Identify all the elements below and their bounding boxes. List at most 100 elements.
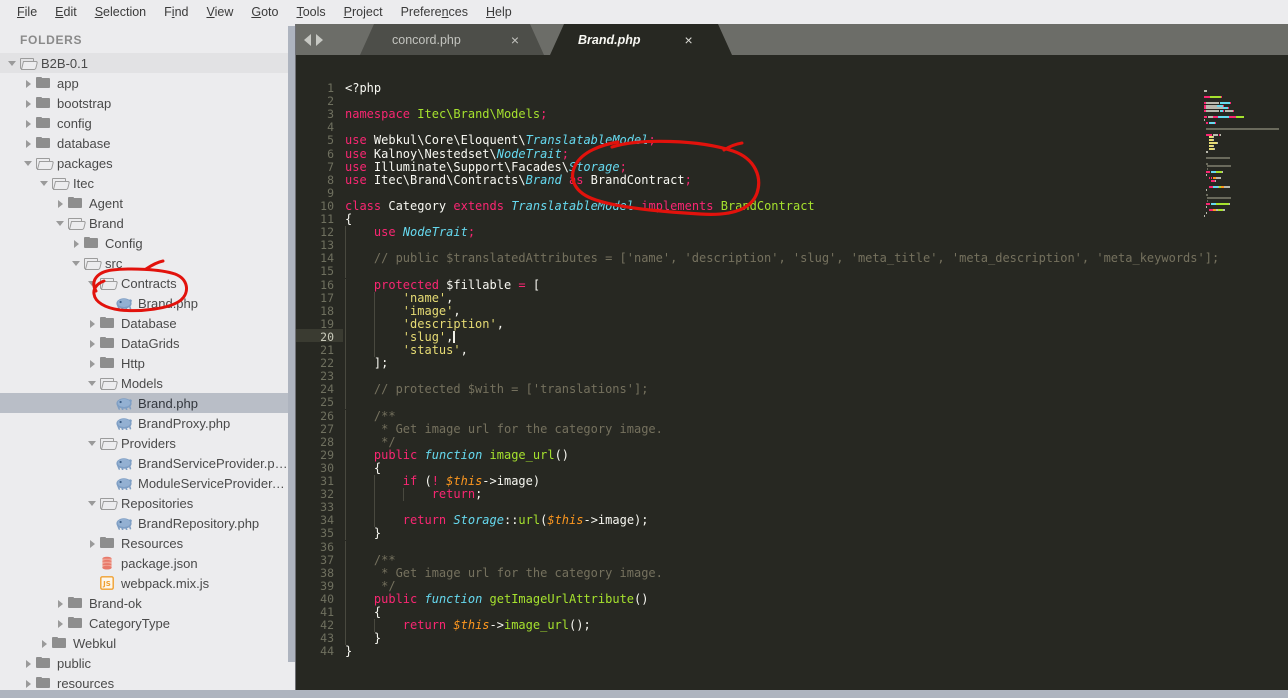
menu-item-view[interactable]: View [197, 0, 242, 24]
menu-item-preferences[interactable]: Preferences [392, 0, 477, 24]
tree-item-categorytype[interactable]: CategoryType [0, 613, 288, 633]
tree-item-brand[interactable]: Brand [0, 213, 288, 233]
chevron-right-icon[interactable] [56, 199, 65, 208]
tree-item-webpack-mix-js[interactable]: JS webpack.mix.js [0, 573, 288, 593]
line-number: 7 [327, 159, 334, 174]
tree-item-brand-ok[interactable]: Brand-ok [0, 593, 288, 613]
minimap-line-segment [1215, 179, 1217, 182]
tree-item-brandrepository-php[interactable]: BrandRepository.php [0, 513, 288, 533]
tree-item-models[interactable]: Models [0, 373, 288, 393]
chevron-right-icon[interactable] [24, 79, 33, 88]
sidebar-scrollbar-thumb[interactable] [288, 26, 295, 662]
tree-item-label: app [57, 75, 79, 91]
tree-item-b2b-0-1[interactable]: B2B-0.1 [0, 53, 288, 73]
chevron-down-icon[interactable] [8, 59, 17, 68]
tab-prev-icon[interactable] [304, 33, 311, 46]
tab-close-icon[interactable]: × [685, 33, 693, 47]
chevron-down-icon[interactable] [40, 179, 49, 188]
chevron-down-icon[interactable] [88, 499, 97, 508]
tab-next-icon[interactable] [316, 33, 323, 46]
chevron-right-icon[interactable] [24, 679, 33, 688]
chevron-right-icon[interactable] [24, 119, 33, 128]
chevron-right-icon[interactable] [88, 539, 97, 548]
menu-item-help[interactable]: Help [477, 0, 521, 24]
line-number: 23 [320, 369, 334, 384]
minimap-line-segment [1214, 121, 1216, 124]
chevron-right-icon[interactable] [72, 239, 81, 248]
tab-brand-php[interactable]: Brand.php × [536, 24, 732, 55]
chevron-right-icon[interactable] [40, 639, 49, 648]
tree-item-brand-php[interactable]: Brand.php [0, 293, 288, 313]
line-number: 5 [327, 133, 334, 148]
tree-item-repositories[interactable]: Repositories [0, 493, 288, 513]
tree-item-src[interactable]: src [0, 253, 288, 273]
minimap[interactable] [1200, 86, 1288, 690]
line-number: 2 [327, 94, 334, 109]
menu-item-goto[interactable]: Goto [242, 0, 287, 24]
code-line: 'slug', [402, 329, 454, 344]
tab-close-icon[interactable]: × [511, 33, 519, 47]
tree-item-bootstrap[interactable]: bootstrap [0, 93, 288, 113]
menu-item-edit[interactable]: Edit [46, 0, 86, 24]
tree-item-webkul[interactable]: Webkul [0, 633, 288, 653]
tree-item-label: Agent [89, 195, 123, 211]
minimap-line-segment [1206, 133, 1213, 136]
code-line: 'status', [402, 343, 468, 357]
tree-item-brand-php[interactable]: Brand.php [0, 393, 288, 413]
tree-item-brandserviceprovider-php[interactable]: BrandServiceProvider.php [0, 453, 288, 473]
line-number: 12 [320, 225, 334, 240]
file-tree[interactable]: B2B-0.1 app bootstrap config database package… [0, 53, 288, 690]
tab-nav-arrows[interactable] [304, 24, 323, 55]
code-area[interactable]: 1 2 3 4 5 6 7 8 9 10 11 12 13 14 15 16 17 18 19 20 21 22 23 24 2… [296, 55, 1288, 690]
tree-item-packages[interactable]: packages [0, 153, 288, 173]
tree-item-resources[interactable]: resources [0, 673, 288, 690]
menu-item-tools[interactable]: Tools [287, 0, 334, 24]
sidebar-file-tree[interactable]: FOLDERS B2B-0.1 app bootstrap config databas… [0, 24, 288, 690]
chevron-right-icon[interactable] [88, 319, 97, 328]
chevron-right-icon[interactable] [88, 359, 97, 368]
chevron-right-icon[interactable] [56, 599, 65, 608]
chevron-right-icon[interactable] [24, 139, 33, 148]
chevron-down-icon[interactable] [24, 159, 33, 168]
folder-closed-icon [36, 117, 51, 129]
minimap-line-segment [1216, 203, 1229, 206]
menu-item-project[interactable]: Project [335, 0, 392, 24]
tree-item-label: BrandServiceProvider.php [138, 455, 288, 471]
tree-item-config[interactable]: Config [0, 233, 288, 253]
tree-item-resources[interactable]: Resources [0, 533, 288, 553]
tree-item-package-json[interactable]: package.json [0, 553, 288, 573]
tree-item-database[interactable]: database [0, 133, 288, 153]
chevron-down-icon[interactable] [56, 219, 65, 228]
tree-item-moduleserviceprovider-php[interactable]: ModuleServiceProvider.php [0, 473, 288, 493]
chevron-down-icon[interactable] [88, 439, 97, 448]
menu-item-file[interactable]: File [8, 0, 46, 24]
tree-item-agent[interactable]: Agent [0, 193, 288, 213]
chevron-right-icon[interactable] [88, 339, 97, 348]
tree-item-label: Brand [89, 215, 124, 231]
line-number: 26 [320, 408, 334, 423]
code-line: */ [345, 578, 396, 593]
minimap-line-segment [1219, 101, 1231, 104]
tree-item-datagrids[interactable]: DataGrids [0, 333, 288, 353]
tree-item-brandproxy-php[interactable]: BrandProxy.php [0, 413, 288, 433]
chevron-down-icon[interactable] [72, 259, 81, 268]
tree-item-config[interactable]: config [0, 113, 288, 133]
tab-concord-php[interactable]: concord.php × [346, 24, 544, 55]
menu-item-selection[interactable]: Selection [86, 0, 155, 24]
chevron-down-icon[interactable] [88, 379, 97, 388]
chevron-down-icon[interactable] [88, 279, 97, 288]
chevron-right-icon[interactable] [56, 619, 65, 628]
tree-item-database[interactable]: Database [0, 313, 288, 333]
tree-item-app[interactable]: app [0, 73, 288, 93]
line-number: 20 [320, 329, 334, 344]
menu-item-find[interactable]: Find [155, 0, 197, 24]
tree-item-public[interactable]: public [0, 653, 288, 673]
tree-item-providers[interactable]: Providers [0, 433, 288, 453]
chevron-right-icon[interactable] [24, 659, 33, 668]
chevron-right-icon[interactable] [24, 99, 33, 108]
folder-closed-icon [68, 617, 83, 629]
tree-item-http[interactable]: Http [0, 353, 288, 373]
tree-item-itec[interactable]: Itec [0, 173, 288, 193]
tree-item-contracts[interactable]: Contracts [0, 273, 288, 293]
